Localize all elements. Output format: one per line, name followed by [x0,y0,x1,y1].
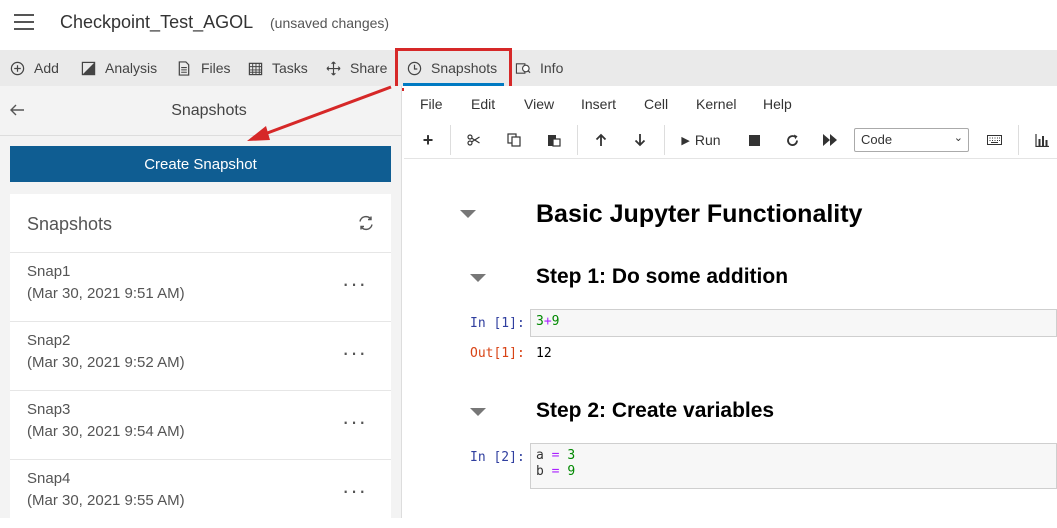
toolbar-info-button[interactable]: Info [515,50,563,86]
code-token: b [536,464,544,479]
play-icon: ▶ [681,134,690,147]
toolbar-add-label: Add [34,60,59,76]
collapse-heading-icon[interactable] [470,274,486,282]
analysis-icon [80,60,96,76]
snapshot-name: Snap1 [27,263,71,280]
toolbar-share-button[interactable]: Share [325,50,387,86]
more-options-icon[interactable]: ··· [342,478,367,504]
menu-kernel[interactable]: Kernel [696,96,736,112]
paste-icon[interactable] [544,127,564,153]
toolbar-tasks-button[interactable]: Tasks [247,50,308,86]
snapshots-list-title: Snapshots [27,214,113,234]
code-token: 9 [551,314,560,329]
chevron-down-icon: ⌄ [953,132,963,144]
app-header: Checkpoint_Test_AGOL (unsaved changes) [0,0,1057,50]
toolbar-divider [664,125,665,155]
refresh-icon[interactable] [357,214,375,232]
snapshot-item[interactable]: Snap1 (Mar 30, 2021 9:51 AM) ··· [10,252,391,321]
toolbar-files-button[interactable]: Files [176,50,231,86]
notebook-content: Basic Jupyter Functionality Step 1: Do s… [404,160,1057,518]
create-snapshot-button[interactable]: Create Snapshot [10,146,391,182]
code-token: 3 [536,314,544,329]
move-down-arrow-icon[interactable] [630,127,650,153]
bar-chart-icon[interactable] [1032,127,1052,153]
collapse-heading-icon[interactable] [460,210,476,218]
share-icon [325,60,341,76]
restart-icon[interactable] [782,127,802,153]
toolbar-divider [450,125,451,155]
menu-file[interactable]: File [420,96,443,112]
panel-header: Snapshots [0,86,401,136]
unsaved-status: (unsaved changes) [270,15,390,31]
tasks-icon [247,60,263,76]
cell2-input-prompt: In [2]: [470,450,525,465]
more-options-icon[interactable]: ··· [342,409,367,435]
toolbar-analysis-button[interactable]: Analysis [80,50,157,86]
run-label: Run [694,132,721,148]
toolbar-analysis-label: Analysis [105,60,158,76]
fast-forward-icon[interactable] [820,127,840,153]
heading-step2: Step 2: Create variables [536,399,775,422]
hamburger-menu-icon[interactable] [14,14,34,32]
notebook-toolbar: + ▶ Run Code ⌄ [404,121,1057,159]
cut-scissors-icon[interactable] [464,127,484,153]
snapshots-list-card: Snapshots Snap1 (Mar 30, 2021 9:51 AM) ·… [10,194,391,518]
snapshot-date: (Mar 30, 2021 9:54 AM) [27,423,185,440]
code-token: a [536,448,544,463]
menu-help[interactable]: Help [763,96,792,112]
snapshots-highlight-box [395,48,512,91]
cell1-output-prompt: Out[1]: [470,346,525,361]
menu-edit[interactable]: Edit [471,96,495,112]
run-button[interactable]: ▶ Run [678,127,724,153]
info-icon [515,60,531,76]
code-token: 3 [567,448,576,463]
cell1-code-input[interactable]: 3+9 [530,309,1057,337]
toolbar-divider [577,125,578,155]
cell1-output: 12 [536,346,552,361]
copy-icon[interactable] [504,127,524,153]
code-token: = [551,464,560,479]
snapshot-date: (Mar 30, 2021 9:51 AM) [27,285,185,302]
plus-circle-icon [9,60,25,76]
files-icon [176,60,192,76]
code-token: + [543,314,552,329]
notebook-menubar: File Edit View Insert Cell Kernel Help [404,86,1057,120]
snapshot-item[interactable]: Snap2 (Mar 30, 2021 9:52 AM) ··· [10,321,391,390]
more-options-icon[interactable]: ··· [342,271,367,297]
stop-icon[interactable] [744,127,764,153]
snapshot-name: Snap4 [27,470,71,487]
menu-insert[interactable]: Insert [581,96,616,112]
heading-basic-jupyter: Basic Jupyter Functionality [536,200,863,228]
panel-title: Snapshots [171,102,247,119]
snapshot-date: (Mar 30, 2021 9:52 AM) [27,354,185,371]
snapshot-name: Snap2 [27,332,71,349]
insert-cell-plus-icon[interactable]: + [418,127,438,153]
menu-view[interactable]: View [524,96,554,112]
snapshots-panel: Snapshots Create Snapshot Snapshots Snap… [0,86,402,518]
code-token: = [551,448,560,463]
code-token: 9 [567,464,576,479]
toolbar-add-button[interactable]: Add [9,50,59,86]
more-options-icon[interactable]: ··· [342,340,367,366]
toolbar-divider [1018,125,1019,155]
collapse-heading-icon[interactable] [470,408,486,416]
cell-type-select[interactable]: Code ⌄ [854,128,969,152]
toolbar-share-label: Share [350,60,388,76]
notebook-title[interactable]: Checkpoint_Test_AGOL [60,12,253,33]
cell1-input-prompt: In [1]: [470,316,525,331]
toolbar-tasks-label: Tasks [272,60,308,76]
menu-cell[interactable]: Cell [644,96,668,112]
snapshot-date: (Mar 30, 2021 9:55 AM) [27,492,185,509]
cell2-code-input[interactable]: a = 3 b = 9 [530,443,1057,489]
toolbar-files-label: Files [201,60,231,76]
toolbar-info-label: Info [540,60,564,76]
snapshot-name: Snap3 [27,401,71,418]
keyboard-icon[interactable] [984,127,1004,153]
snapshot-item[interactable]: Snap3 (Mar 30, 2021 9:54 AM) ··· [10,390,391,459]
cell-type-value: Code [861,132,893,147]
main-toolbar: Add Analysis Files Tasks Share Snapshots… [0,50,1057,86]
heading-step1: Step 1: Do some addition [536,265,789,288]
move-up-arrow-icon[interactable] [591,127,611,153]
